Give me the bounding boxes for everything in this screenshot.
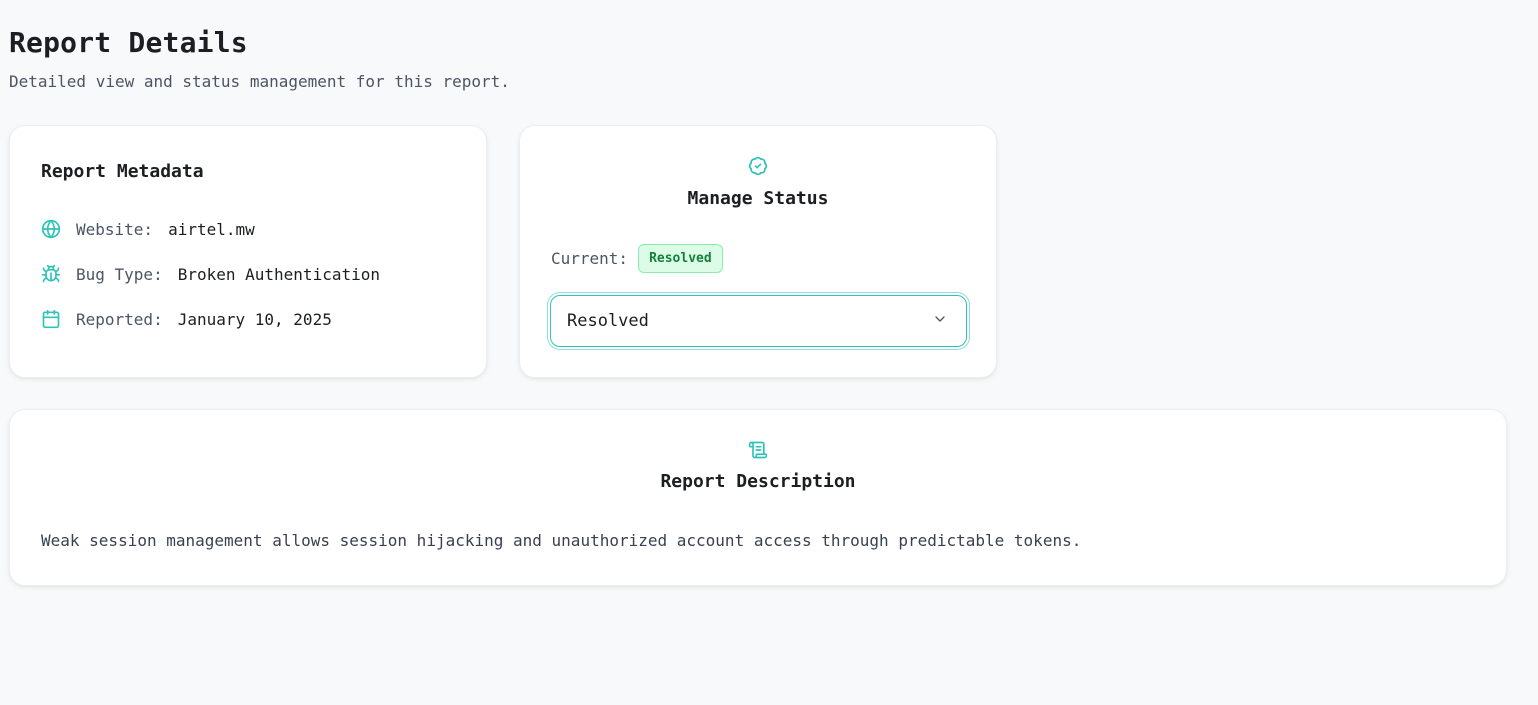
website-label: Website: <box>76 219 154 239</box>
scroll-icon <box>748 440 768 460</box>
chevron-down-icon <box>932 311 948 331</box>
report-description-text: Weak session management allows session h… <box>41 531 1082 550</box>
bug-icon <box>41 264 61 284</box>
status-select-value: Resolved <box>567 311 649 331</box>
bug-type-value: Broken Authentication <box>177 264 380 284</box>
badge-check-icon <box>748 156 768 176</box>
calendar-icon <box>41 309 61 329</box>
reported-value: January 10, 2025 <box>177 309 332 329</box>
report-metadata-card: Report Metadata Website: airtel.mw Bug T… <box>9 125 487 378</box>
report-description-card: Report Description Weak session manageme… <box>9 409 1507 586</box>
status-select[interactable]: Resolved <box>550 295 967 347</box>
status-badge: Resolved <box>638 244 723 273</box>
website-value: airtel.mw <box>168 219 255 239</box>
manage-status-card: Manage Status Current: Resolved Resolved <box>519 125 997 378</box>
manage-status-heading: Manage Status <box>687 188 829 209</box>
reported-label: Reported: <box>76 309 163 329</box>
current-status-row: Current: Resolved <box>551 244 723 273</box>
page-subtitle: Detailed view and status management for … <box>9 72 510 91</box>
current-status-label: Current: <box>551 249 629 268</box>
bug-type-label: Bug Type: <box>76 264 163 284</box>
globe-icon <box>41 219 61 239</box>
report-metadata-heading: Report Metadata <box>41 161 204 182</box>
page-title: Report Details <box>9 26 248 59</box>
report-description-heading: Report Description <box>660 471 856 492</box>
reported-row: Reported: January 10, 2025 <box>41 309 332 329</box>
bug-type-row: Bug Type: Broken Authentication <box>41 264 380 284</box>
website-row: Website: airtel.mw <box>41 219 255 239</box>
